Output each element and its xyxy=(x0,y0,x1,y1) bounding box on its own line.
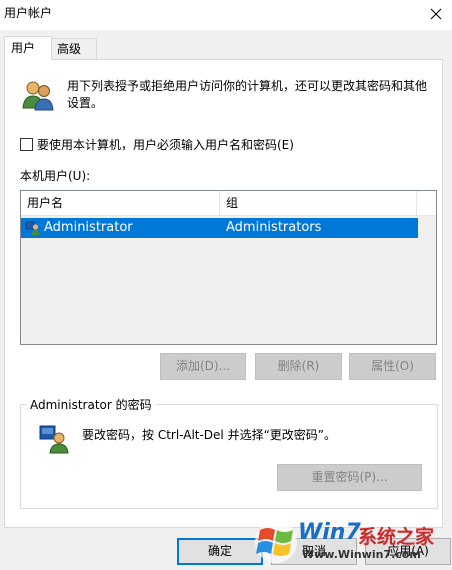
close-icon xyxy=(430,8,442,20)
users-icon xyxy=(21,78,55,115)
title-bar: 用户帐户 xyxy=(0,0,452,30)
password-instructions: 要改密码，按 Ctrl-Alt-Del 并选择“更改密码”。 xyxy=(82,428,337,442)
ok-button[interactable]: 确定 xyxy=(177,538,263,565)
site-watermark: Win7 系统之家 Www.Winwin7.com xyxy=(252,518,452,570)
require-login-checkbox[interactable]: 要使用本计算机，用户必须输入用户名和密码(E) xyxy=(20,136,294,153)
users-listview[interactable]: 用户名 组 Administrator Administrators xyxy=(20,190,437,345)
password-key-icon xyxy=(38,422,70,457)
info-text: 用下列表授予或拒绝用户访问你的计算机，还可以更改其密码和其他设置。 xyxy=(67,79,428,110)
watermark-url: Www.Winwin7.com xyxy=(302,548,421,561)
tab-users[interactable]: 用户 xyxy=(4,36,52,60)
table-row[interactable]: Administrator Administrators xyxy=(21,218,418,238)
user-name-cell: Administrator xyxy=(44,220,133,235)
password-groupbox: Administrator 的密码 要改密码，按 Ctrl-Alt-Del 并选… xyxy=(20,396,438,509)
watermark-brand-name: 系统之家 xyxy=(358,526,435,548)
tab-advanced[interactable]: 高级 xyxy=(50,38,97,59)
listview-header: 用户名 组 xyxy=(21,191,436,216)
watermark-brand-win7: Win7 xyxy=(298,520,361,545)
local-users-label: 本机用户(U): xyxy=(20,169,91,183)
windows-logo-icon xyxy=(255,521,297,563)
user-group-cell: Administrators xyxy=(226,220,322,235)
users-tab-panel: 用下列表授予或拒绝用户访问你的计算机，还可以更改其密码和其他设置。 要使用本计算… xyxy=(4,59,443,528)
checkbox-box[interactable] xyxy=(20,138,33,151)
column-header-group[interactable]: 组 xyxy=(220,191,417,215)
reset-password-button[interactable]: 重置密码(P)... xyxy=(277,464,422,491)
require-login-label: 要使用本计算机，用户必须输入用户名和密码(E) xyxy=(37,138,294,152)
properties-button[interactable]: 属性(O) xyxy=(349,353,436,380)
add-button[interactable]: 添加(D)... xyxy=(160,353,246,380)
password-group-title: Administrator 的密码 xyxy=(27,396,155,413)
window-title: 用户帐户 xyxy=(4,6,53,20)
column-header-username[interactable]: 用户名 xyxy=(21,191,220,215)
remove-button[interactable]: 删除(R) xyxy=(255,353,342,380)
user-icon xyxy=(25,220,41,239)
close-button[interactable] xyxy=(420,0,452,28)
